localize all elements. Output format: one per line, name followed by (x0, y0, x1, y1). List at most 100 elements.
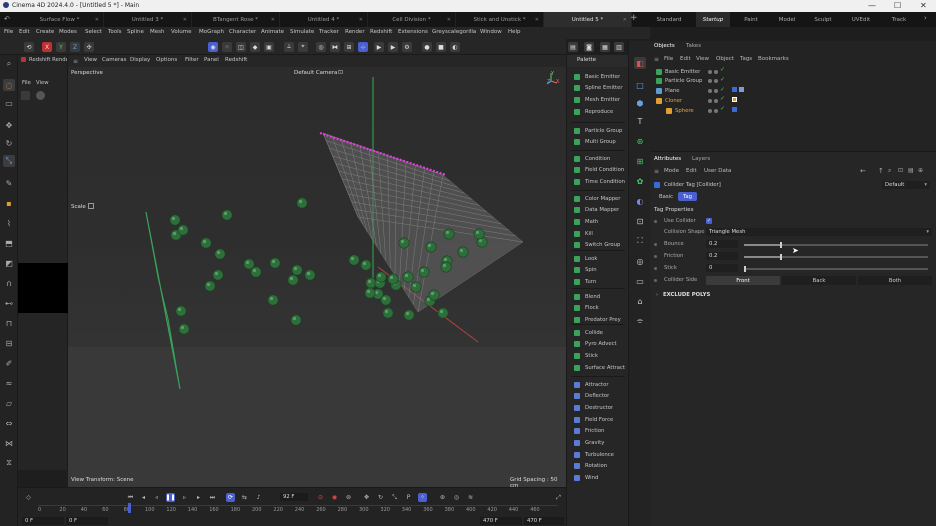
edges-mode-icon[interactable]: ◫ (236, 42, 246, 52)
bevel-icon[interactable]: ◩ (3, 257, 15, 269)
points-mode-icon[interactable]: ⁘ (222, 42, 232, 52)
go-to-start-icon[interactable]: ⏮ (126, 493, 135, 502)
menu-item[interactable]: Tracker (319, 29, 339, 35)
viewport-menu-item[interactable]: View (84, 57, 97, 63)
close-tab-icon[interactable]: ✕ (359, 17, 363, 23)
weld-icon[interactable]: ⊷ (3, 297, 15, 309)
layout-menu-chevron-icon[interactable]: › (924, 14, 927, 22)
enabled-check-icon[interactable]: ✓ (720, 76, 725, 83)
palette-item[interactable]: Kill (567, 228, 629, 239)
axis-y-button[interactable]: Y (56, 42, 66, 52)
previous-key-icon[interactable]: ◂ (139, 493, 148, 502)
render-view-icon[interactable]: ▶ (374, 42, 384, 52)
objects-menu-item[interactable]: Edit (680, 56, 691, 62)
close-tab-icon[interactable]: ✕ (183, 17, 187, 23)
redshift-play-icon[interactable] (36, 91, 45, 100)
rotate-tool-icon[interactable]: ↻ (3, 137, 15, 149)
bounce-field[interactable]: 0.2 (706, 240, 738, 248)
palette-item[interactable]: Math (567, 216, 629, 227)
collider-side-option[interactable]: Both (858, 276, 932, 285)
palette-item[interactable]: Blend (567, 291, 629, 302)
next-key-icon[interactable]: ▸ (194, 493, 203, 502)
viewport-menu-item[interactable]: Options (156, 57, 177, 63)
palette-item[interactable]: Multi Group (567, 137, 629, 148)
objects-menu-icon[interactable]: ≡ (654, 56, 659, 63)
polygon-pen-icon[interactable]: ✐ (3, 357, 15, 369)
objects-menu-item[interactable]: Tags (740, 56, 752, 62)
pin-icon[interactable]: ▤ (908, 167, 914, 174)
knife-icon[interactable]: ⌇ (3, 217, 15, 229)
palette-item[interactable]: Collide (567, 327, 629, 338)
sound-icon[interactable]: ♪ (254, 493, 263, 502)
collider-tag-icon[interactable] (732, 87, 737, 92)
palette-item[interactable]: Condition (567, 153, 629, 164)
palette-item[interactable]: Field Force (567, 414, 629, 425)
text-object-icon[interactable]: T (634, 115, 646, 127)
attributes-edit-menu[interactable]: Edit (686, 168, 697, 174)
tab-layers[interactable]: Layers (692, 156, 710, 162)
keyframe-selection-icon[interactable]: ⊚ (344, 493, 353, 502)
object-row[interactable]: Cloner (654, 96, 930, 105)
new-document-plus-icon[interactable]: + (630, 13, 638, 23)
timeline-ruler[interactable] (38, 505, 558, 506)
preview-start-field[interactable]: 0 F (66, 517, 108, 525)
doc-tab[interactable]: BTangent Rose * ✕ (192, 12, 280, 27)
menu-item[interactable]: Animate (261, 29, 284, 35)
mirror-icon[interactable]: ⧖ (3, 457, 15, 469)
3d-viewport[interactable]: Perspective Default Camera ⊡ Scale View … (68, 67, 566, 487)
mograph-icon[interactable]: ⊞ (634, 155, 646, 167)
subtab-basic[interactable]: Basic (654, 192, 678, 201)
record-key-icon[interactable]: ⊙ (316, 493, 325, 502)
menu-item[interactable]: Help (508, 29, 521, 35)
doc-tab[interactable]: Untitled 5 * ✕ (544, 12, 632, 27)
palette-camera-icon[interactable]: ◙ (584, 42, 594, 52)
render-settings-icon[interactable]: ⚙ (402, 42, 412, 52)
palette-item[interactable]: Particle Group (567, 125, 629, 136)
menu-item[interactable]: Character (229, 29, 256, 35)
selected-tag-icon[interactable] (732, 97, 737, 102)
model-mode-icon[interactable]: ◉ (208, 42, 218, 52)
tab-attributes[interactable]: Attributes (654, 156, 681, 162)
menu-item[interactable]: Redshift (370, 29, 392, 35)
layout-tab[interactable]: Paint (736, 12, 766, 27)
menu-item[interactable]: Simulate (290, 29, 314, 35)
brush-icon[interactable]: ▪ (3, 197, 15, 209)
palette-layout-icon[interactable]: ▤ (568, 42, 578, 52)
objects-menu-item[interactable]: Object (716, 56, 734, 62)
bridge-icon[interactable]: ⊓ (3, 317, 15, 329)
menu-item[interactable]: Greyscalegorilla (432, 29, 476, 35)
minimize-button[interactable]: — (868, 1, 876, 10)
palette-item[interactable]: Turbulence (567, 449, 629, 460)
close-tab-icon[interactable]: ✕ (95, 17, 99, 23)
palette-item[interactable]: Field Condition (567, 165, 629, 176)
redshift-object-icon[interactable]: ◧ (634, 57, 646, 69)
animate-dot-icon[interactable] (654, 243, 657, 246)
slide-icon[interactable]: ⇔ (3, 417, 15, 429)
up-arrow-icon[interactable]: ↑ (878, 167, 884, 175)
scale-toggle-icon[interactable] (88, 203, 94, 209)
redshift-ipr-icon[interactable]: ● (422, 42, 432, 52)
menu-item[interactable]: Volume (171, 29, 191, 35)
object-row[interactable]: Plane (654, 87, 930, 96)
friction-field[interactable]: 0.2 (706, 252, 738, 260)
redshift-file-menu[interactable]: File (22, 80, 31, 86)
render-dot-icon[interactable] (714, 69, 718, 74)
menu-item[interactable]: Extensions (398, 29, 428, 35)
smooth-icon[interactable]: ≈ (3, 377, 15, 389)
keyframe-diamond-icon[interactable]: ◇ (24, 493, 33, 502)
polygons-mode-icon[interactable]: ◆ (250, 42, 260, 52)
light-object-icon[interactable]: ▭ (634, 275, 646, 287)
palette-item[interactable]: Look (567, 253, 629, 264)
doc-tab[interactable]: Untitled 3 * ✕ (104, 12, 192, 27)
extrude-icon[interactable]: ⬒ (3, 237, 15, 249)
render-to-picture-viewer-icon[interactable]: ▶ (388, 42, 398, 52)
uv-mode-icon[interactable]: ▣ (264, 42, 274, 52)
palette-item[interactable]: Basic Emitter (567, 71, 629, 82)
key-rotation-icon[interactable]: ↻ (376, 493, 385, 502)
palette-item[interactable]: Rotation (567, 461, 629, 472)
menu-item[interactable]: MoGraph (199, 29, 224, 35)
redshift-settings-icon[interactable]: ◐ (450, 42, 460, 52)
effector-icon[interactable]: ✿ (634, 175, 646, 187)
palette-item[interactable]: Spline Emitter (567, 83, 629, 94)
stick-field[interactable]: 0 (706, 264, 738, 272)
